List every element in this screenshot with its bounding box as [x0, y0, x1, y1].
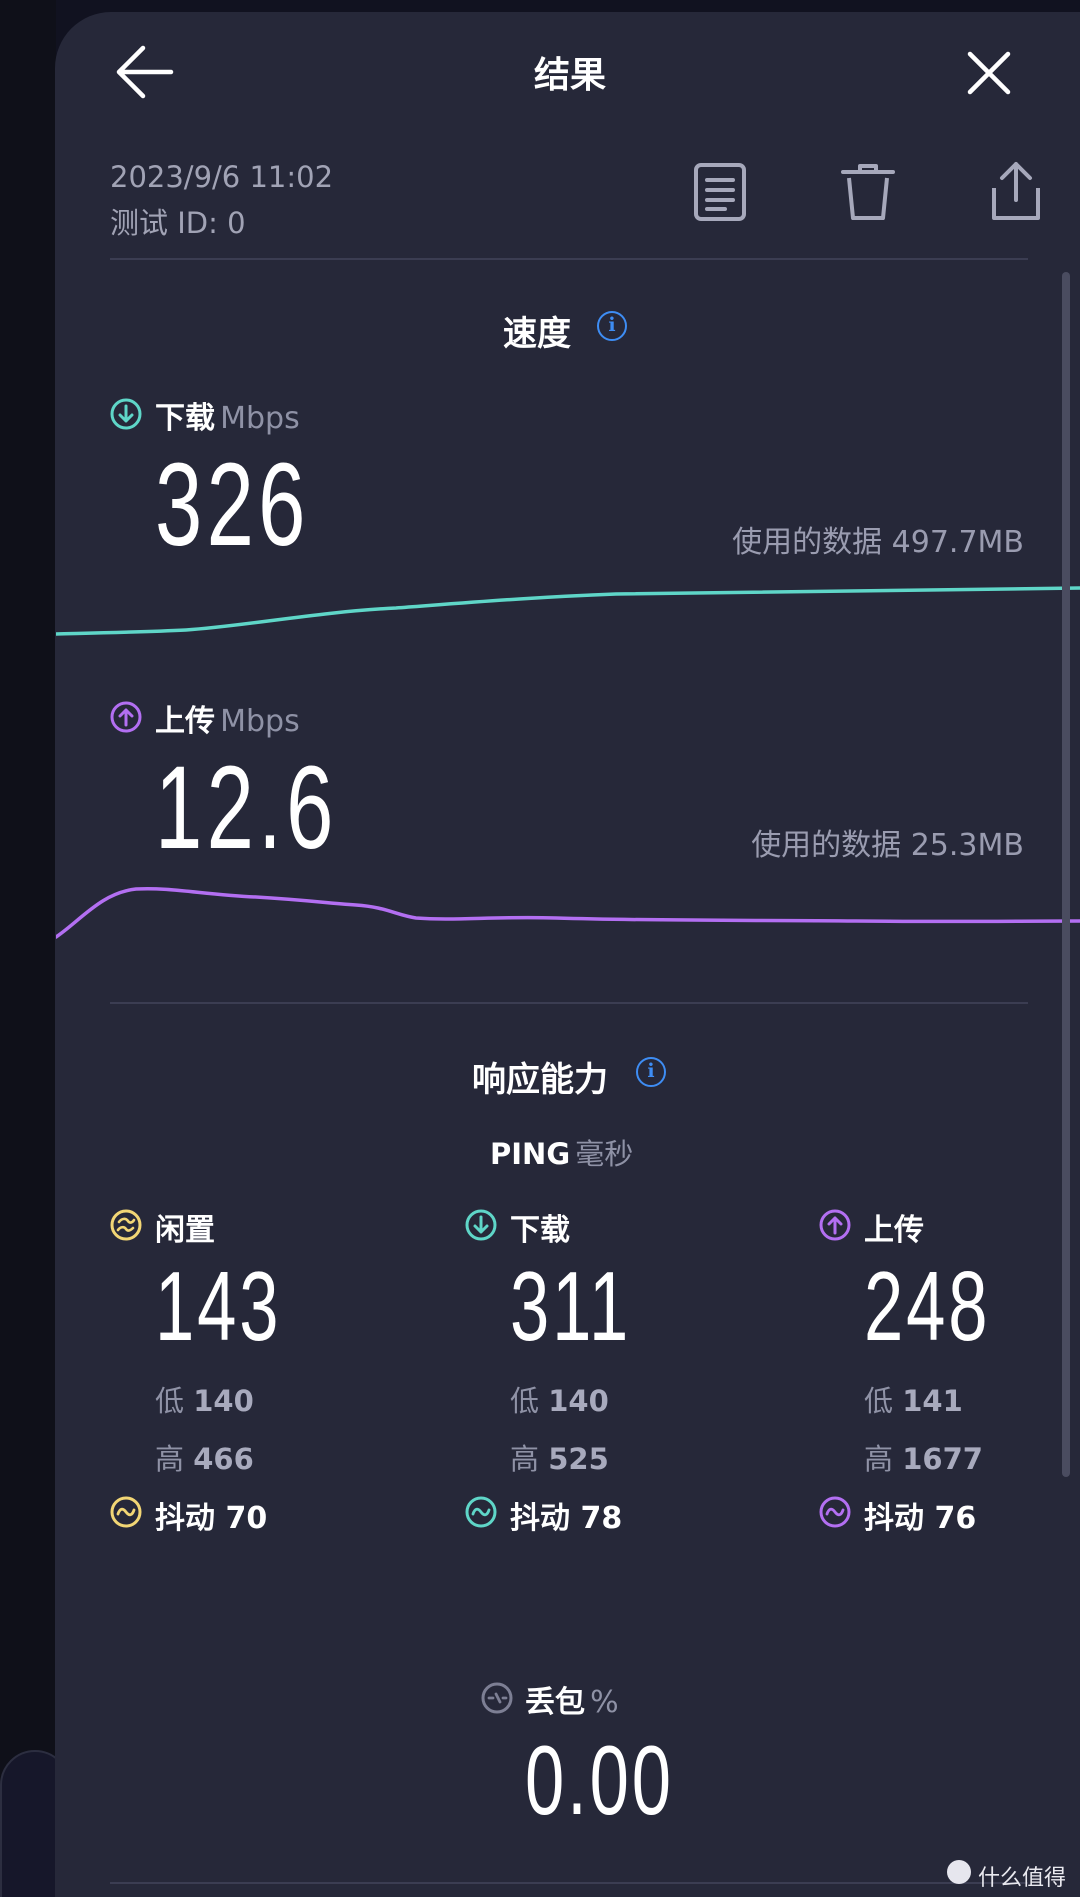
scrollbar[interactable]: [1062, 272, 1070, 1477]
speed-section-title: 速度: [503, 314, 571, 354]
idle-icon: [110, 1209, 142, 1245]
app-screen: 结果 2023/9/6 11:02 测试 ID: 0 速度 i 下载 Mbps …: [0, 0, 1080, 1897]
idle-ping-value: 143: [155, 1251, 282, 1361]
page-title: 结果: [533, 55, 606, 96]
download-jitter-icon: [465, 1496, 497, 1532]
packet-loss-label: 丢包: [525, 1685, 585, 1720]
download-arrow-icon: [110, 398, 142, 434]
download-label: 下载: [155, 401, 215, 436]
document-icon: [694, 163, 746, 221]
arrow-left-icon: [116, 45, 174, 99]
download-ping-high: 高 525: [510, 1442, 609, 1476]
watermark-logo: [947, 1860, 971, 1884]
download-unit: Mbps: [220, 401, 300, 436]
ping-unit: 毫秒: [575, 1137, 634, 1171]
test-id: 测试 ID: 0: [110, 206, 246, 240]
upload-ping-label: 上传: [864, 1213, 924, 1248]
download-arrow-icon: [465, 1209, 497, 1245]
upload-speed-graph: [56, 886, 1080, 939]
report-button[interactable]: [693, 162, 747, 222]
share-icon: [992, 162, 1040, 220]
upload-arrow-icon: [110, 701, 142, 737]
download-jitter: 抖动 78: [510, 1501, 623, 1536]
download-data-used: 使用的数据 497.7MB: [732, 525, 1024, 560]
close-icon: [967, 51, 1011, 95]
upload-data-used: 使用的数据 25.3MB: [751, 828, 1024, 863]
packet-loss-value: 0.00: [525, 1725, 674, 1835]
upload-ping-high: 高 1677: [864, 1442, 983, 1476]
idle-low: 低 140: [155, 1384, 254, 1418]
upload-jitter-icon: [819, 1496, 851, 1532]
idle-label: 闲置: [155, 1213, 215, 1248]
delete-button[interactable]: [840, 162, 896, 222]
background-strip: [0, 0, 56, 1897]
idle-jitter: 抖动 70: [155, 1501, 268, 1536]
download-ping-value: 311: [510, 1251, 632, 1361]
ping-label: PING: [490, 1137, 571, 1171]
responsiveness-section-title: 响应能力: [472, 1060, 608, 1100]
packet-loss-unit: %: [590, 1685, 619, 1720]
share-button[interactable]: [990, 160, 1042, 222]
upload-arrow-icon: [819, 1209, 851, 1245]
test-datetime: 2023/9/6 11:02: [110, 160, 334, 194]
divider: [110, 1002, 1028, 1004]
results-panel: [55, 12, 1080, 1897]
trash-icon: [841, 164, 895, 220]
upload-label: 上传: [155, 704, 215, 739]
packet-loss-icon: [481, 1682, 513, 1718]
back-button[interactable]: [115, 44, 175, 100]
responsiveness-info-icon[interactable]: i: [636, 1057, 666, 1087]
upload-unit: Mbps: [220, 704, 300, 739]
speed-info-icon[interactable]: i: [597, 311, 627, 341]
download-speed-value: 326: [155, 439, 310, 571]
download-ping-low: 低 140: [510, 1384, 609, 1418]
watermark-text: 什么值得买: [978, 1866, 1067, 1891]
upload-jitter: 抖动 76: [864, 1501, 977, 1536]
idle-jitter-icon: [110, 1496, 142, 1532]
close-button[interactable]: [966, 50, 1012, 96]
upload-speed-value: 12.6: [155, 742, 338, 874]
upload-ping-value: 248: [864, 1251, 991, 1361]
download-ping-label: 下载: [510, 1213, 570, 1248]
divider: [110, 1882, 1028, 1884]
download-speed-graph: [56, 586, 1080, 636]
idle-high: 高 466: [155, 1442, 254, 1476]
divider: [110, 258, 1028, 260]
upload-ping-low: 低 141: [864, 1384, 963, 1418]
